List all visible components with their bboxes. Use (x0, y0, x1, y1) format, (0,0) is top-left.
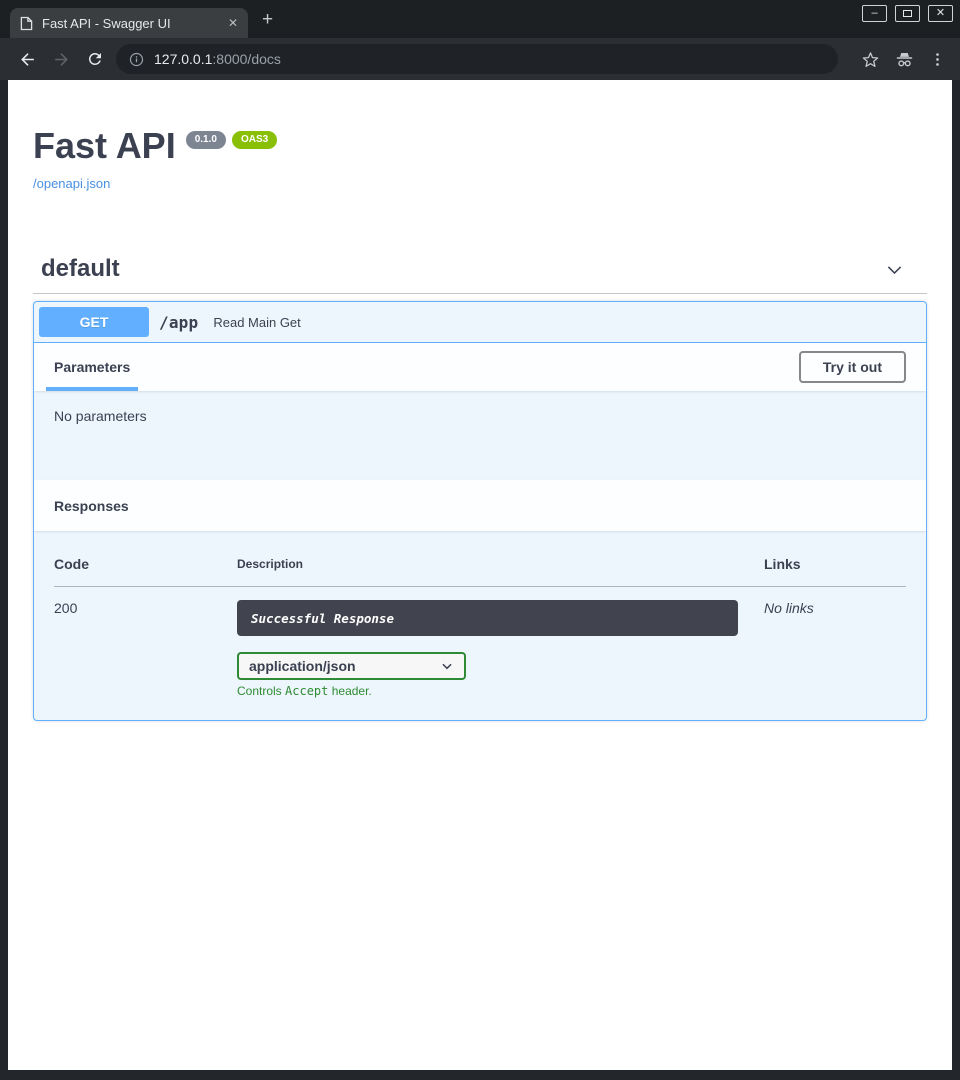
site-info-icon[interactable] (128, 51, 145, 68)
api-info-section: Fast API 0.1.0 OAS3 /openapi.json (33, 80, 927, 193)
maximize-button[interactable] (895, 5, 920, 22)
chevron-down-icon (440, 659, 454, 673)
parameters-tab[interactable]: Parameters (54, 359, 130, 375)
oas3-badge: OAS3 (232, 131, 277, 149)
bookmark-star-icon[interactable] (861, 50, 880, 69)
no-parameters-message: No parameters (34, 391, 926, 480)
browser-toolbar: 127.0.0.1:8000/docs (0, 38, 960, 80)
media-type-select[interactable]: application/json (237, 652, 466, 680)
column-header-code: Code (54, 556, 237, 587)
minimize-button[interactable]: – (862, 5, 887, 22)
operation-summary[interactable]: GET /app Read Main Get (34, 302, 926, 343)
tag-name: default (41, 255, 120, 283)
accept-header-code: Accept (285, 684, 328, 698)
try-it-out-button[interactable]: Try it out (799, 351, 906, 383)
incognito-icon[interactable] (894, 50, 915, 69)
openapi-spec-link[interactable]: /openapi.json (33, 176, 110, 191)
responses-table: Code Description Links 200 Successful Re (54, 556, 906, 698)
back-icon[interactable] (10, 42, 44, 76)
browser-tab[interactable]: Fast API - Swagger UI ✕ (10, 8, 248, 38)
address-bar[interactable]: 127.0.0.1:8000/docs (116, 44, 838, 74)
forward-icon[interactable] (44, 42, 78, 76)
browser-window: Fast API - Swagger UI ✕ + – ✕ 127.0.0.1:… (0, 0, 960, 1080)
responses-table-container: Code Description Links 200 Successful Re (34, 531, 926, 720)
media-type-block: application/json Controls Accept header. (237, 652, 764, 698)
response-description: Successful Response (251, 611, 394, 626)
page-title: Fast API (33, 128, 176, 164)
close-button[interactable]: ✕ (928, 5, 953, 22)
chevron-down-icon[interactable] (884, 259, 905, 280)
menu-kebab-icon[interactable] (929, 51, 946, 68)
responses-section-header: Responses (34, 480, 926, 531)
column-header-links: Links (764, 556, 906, 587)
parameters-section-header: Parameters Try it out (34, 343, 926, 391)
tab-title: Fast API - Swagger UI (42, 16, 219, 31)
response-row-200: 200 Successful Response application/json (54, 587, 906, 699)
operation-block-get-app: GET /app Read Main Get Parameters Try it… (33, 301, 927, 721)
reload-icon[interactable] (78, 42, 112, 76)
window-controls: – ✕ (862, 5, 953, 22)
maximize-icon (903, 10, 912, 17)
active-tab-underline (46, 387, 138, 391)
toolbar-right-icons (861, 50, 950, 69)
new-tab-button[interactable]: + (262, 10, 273, 29)
tag-section-header[interactable]: default (33, 249, 927, 294)
api-badges: 0.1.0 OAS3 (186, 131, 277, 149)
operation-path: /app (159, 313, 198, 332)
responses-label: Responses (54, 498, 129, 514)
response-links: No links (764, 587, 906, 699)
column-header-description: Description (237, 556, 764, 587)
url-host: 127.0.0.1 (154, 51, 212, 67)
media-type-value: application/json (249, 658, 356, 674)
response-code: 200 (54, 587, 237, 699)
url-text[interactable]: 127.0.0.1:8000/docs (154, 51, 281, 67)
url-path: :8000/docs (212, 51, 281, 67)
accept-header-note: Controls Accept header. (237, 684, 764, 698)
operation-summary-text: Read Main Get (213, 315, 300, 330)
response-description-box: Successful Response (237, 600, 738, 636)
swagger-page: Fast API 0.1.0 OAS3 /openapi.json defaul… (8, 80, 952, 1070)
version-badge: 0.1.0 (186, 131, 226, 149)
method-badge: GET (39, 307, 149, 337)
tab-bar: Fast API - Swagger UI ✕ + – ✕ (0, 0, 960, 38)
tab-close-icon[interactable]: ✕ (228, 17, 238, 29)
page-file-icon (20, 16, 33, 31)
